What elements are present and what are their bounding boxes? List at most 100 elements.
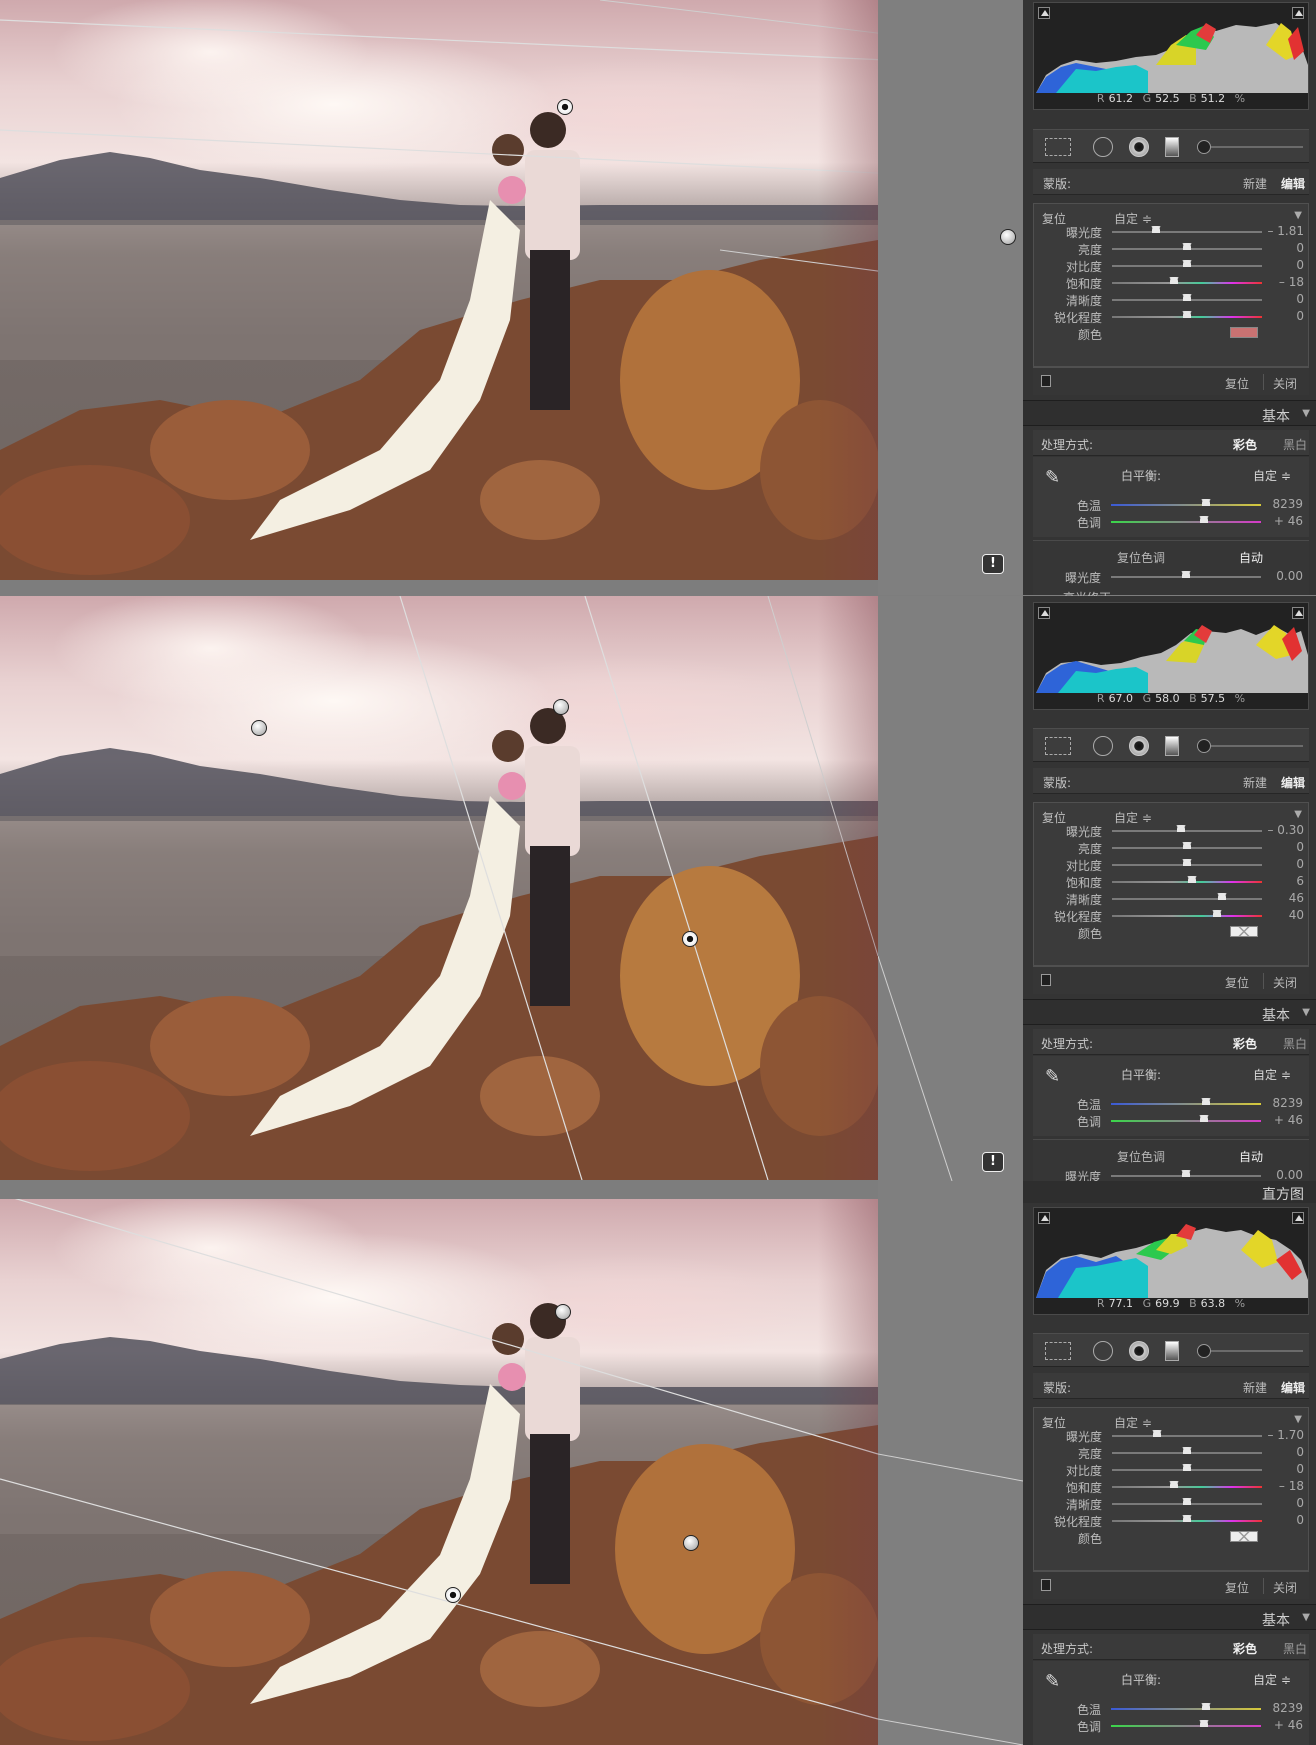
collapse-icon[interactable]: ▼ xyxy=(1302,1007,1310,1018)
slider-value[interactable]: 0 xyxy=(1296,1462,1304,1476)
slider-track[interactable] xyxy=(1112,898,1262,900)
slider-knob[interactable] xyxy=(1176,825,1186,832)
slider-knob[interactable] xyxy=(1212,910,1222,917)
slider-knob[interactable] xyxy=(1182,1464,1192,1471)
slider-value[interactable]: 0 xyxy=(1296,840,1304,854)
graduated-filter-icon[interactable] xyxy=(1165,736,1179,756)
gradient-pin-active[interactable] xyxy=(445,1587,461,1603)
slider-track[interactable] xyxy=(1111,1120,1261,1122)
graduated-filter-icon[interactable] xyxy=(1165,137,1179,157)
slider-value[interactable]: 8239 xyxy=(1272,497,1303,511)
slider-value[interactable]: 0 xyxy=(1296,1513,1304,1527)
slider-knob[interactable] xyxy=(1182,859,1192,866)
wb-dropdown[interactable]: 自定 ≑ xyxy=(1253,1671,1291,1688)
color-swatch[interactable] xyxy=(1230,327,1258,338)
gradient-pin[interactable] xyxy=(1000,229,1016,245)
reset-button[interactable]: 复位 xyxy=(1225,974,1249,991)
bw-button[interactable]: 黑白 xyxy=(1283,1035,1307,1052)
slider-knob[interactable] xyxy=(1168,277,1179,284)
toggle-switch[interactable] xyxy=(1041,974,1051,986)
close-button[interactable]: 关闭 xyxy=(1273,1579,1297,1596)
collapse-icon[interactable]: ▼ xyxy=(1294,210,1302,221)
highlight-clip-indicator[interactable] xyxy=(1292,1212,1304,1224)
slider-knob[interactable] xyxy=(1182,1447,1192,1454)
shadow-clip-indicator[interactable] xyxy=(1038,7,1050,19)
slider-value[interactable]: 0 xyxy=(1296,241,1304,255)
eyedropper-icon[interactable]: ✎ xyxy=(1045,1671,1071,1697)
slider-knob[interactable] xyxy=(1200,1703,1211,1710)
section-basic-header[interactable]: 基本 ▼ xyxy=(1023,999,1316,1025)
color-button[interactable]: 彩色 xyxy=(1233,1035,1257,1052)
slider-track[interactable] xyxy=(1111,1103,1261,1105)
slider-track[interactable] xyxy=(1111,1725,1261,1727)
slider-knob[interactable] xyxy=(1200,499,1211,506)
slider-track[interactable] xyxy=(1112,830,1262,832)
slider-track[interactable] xyxy=(1112,915,1262,917)
slider-track[interactable] xyxy=(1111,1708,1261,1710)
slider-value[interactable]: 40 xyxy=(1289,908,1304,922)
color-button[interactable]: 彩色 xyxy=(1233,1640,1257,1657)
slider-value[interactable]: – 18 xyxy=(1279,275,1304,289)
mask-edit-button[interactable]: 编辑 xyxy=(1281,774,1305,791)
gradient-pin[interactable] xyxy=(555,1304,571,1320)
gradient-pin-active[interactable] xyxy=(682,931,698,947)
crop-tool-icon[interactable] xyxy=(1045,737,1071,755)
slider-knob[interactable] xyxy=(1152,1430,1162,1437)
slider-value[interactable]: + 46 xyxy=(1274,1113,1303,1127)
bw-button[interactable]: 黑白 xyxy=(1283,1640,1307,1657)
red-eye-icon[interactable] xyxy=(1129,1341,1149,1361)
gradient-pin[interactable] xyxy=(251,720,267,736)
crop-tool-icon[interactable] xyxy=(1045,138,1071,156)
slider-knob[interactable] xyxy=(1182,243,1192,250)
color-button[interactable]: 彩色 xyxy=(1233,436,1257,453)
slider-track[interactable] xyxy=(1112,1435,1262,1437)
slider-track[interactable] xyxy=(1111,521,1261,523)
slider-value[interactable]: 0 xyxy=(1296,292,1304,306)
slider-knob[interactable] xyxy=(1168,1481,1179,1488)
red-eye-icon[interactable] xyxy=(1129,137,1149,157)
spot-removal-icon[interactable] xyxy=(1093,736,1113,756)
mask-edit-button[interactable]: 编辑 xyxy=(1281,1379,1305,1396)
slider-value[interactable]: 8239 xyxy=(1272,1096,1303,1110)
slider-track[interactable] xyxy=(1111,504,1261,506)
wb-dropdown[interactable]: 自定 ≑ xyxy=(1253,467,1291,484)
slider-value[interactable]: 46 xyxy=(1289,891,1304,905)
slider-value[interactable]: 0 xyxy=(1296,857,1304,871)
color-swatch[interactable] xyxy=(1230,926,1258,937)
section-basic-header[interactable]: 基本 ▼ xyxy=(1023,1604,1316,1630)
close-button[interactable]: 关闭 xyxy=(1273,974,1297,991)
slider-value[interactable]: + 46 xyxy=(1274,1718,1303,1732)
spot-removal-icon[interactable] xyxy=(1093,137,1113,157)
crop-tool-icon[interactable] xyxy=(1045,1342,1071,1360)
shadow-clip-indicator[interactable] xyxy=(1038,1212,1050,1224)
slider-knob[interactable] xyxy=(1200,1098,1211,1105)
slider-value[interactable]: 0 xyxy=(1296,258,1304,272)
slider-knob[interactable] xyxy=(1199,1115,1209,1122)
slider-value[interactable]: 0 xyxy=(1296,1445,1304,1459)
gradient-pin[interactable] xyxy=(553,699,569,715)
slider-knob[interactable] xyxy=(1182,1498,1192,1505)
warning-icon[interactable]: ! xyxy=(982,1152,1004,1172)
eyedropper-icon[interactable]: ✎ xyxy=(1045,467,1071,493)
mask-edit-button[interactable]: 编辑 xyxy=(1281,175,1305,192)
slider-value[interactable]: 0 xyxy=(1296,309,1304,323)
slider-value[interactable]: – 0.30 xyxy=(1267,823,1304,837)
slider-knob[interactable] xyxy=(1199,516,1209,523)
highlight-clip-indicator[interactable] xyxy=(1292,607,1304,619)
slider-value[interactable]: 6 xyxy=(1296,874,1304,888)
toggle-switch[interactable] xyxy=(1041,1579,1051,1591)
slider-track[interactable] xyxy=(1112,282,1262,284)
bw-button[interactable]: 黑白 xyxy=(1283,436,1307,453)
slider-knob[interactable] xyxy=(1150,226,1161,233)
slider-knob[interactable] xyxy=(1182,842,1192,849)
auto-button[interactable]: 自动 xyxy=(1239,549,1263,566)
slider-value[interactable]: 0.00 xyxy=(1276,1168,1303,1182)
slider-knob[interactable] xyxy=(1182,260,1192,267)
spot-removal-icon[interactable] xyxy=(1093,1341,1113,1361)
reset-button[interactable]: 复位 xyxy=(1225,1579,1249,1596)
slider-value[interactable]: 0 xyxy=(1296,1496,1304,1510)
collapse-icon[interactable]: ▼ xyxy=(1294,1414,1302,1425)
warning-icon[interactable]: ! xyxy=(982,554,1004,574)
slider-track[interactable] xyxy=(1112,1486,1262,1488)
toggle-switch[interactable] xyxy=(1041,375,1051,387)
